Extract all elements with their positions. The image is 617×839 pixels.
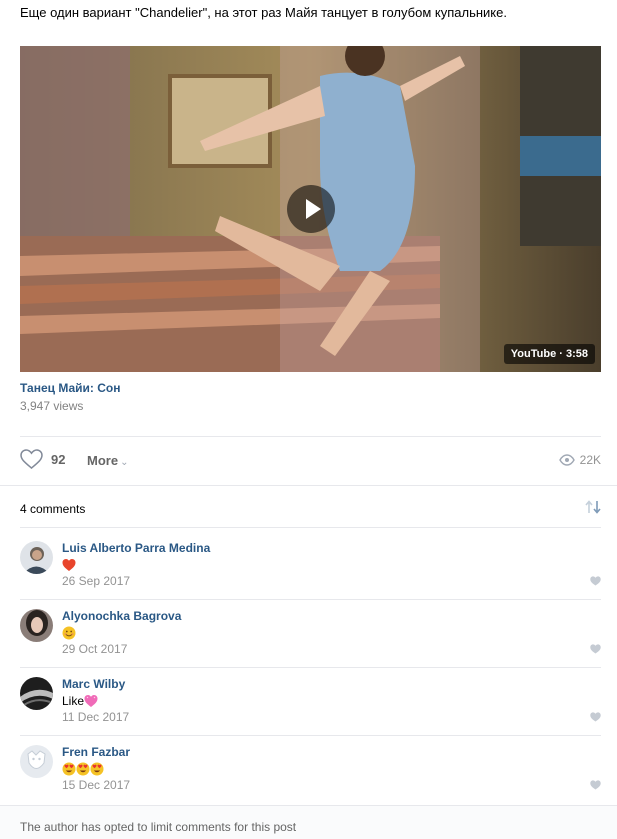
- like-button[interactable]: 92: [20, 449, 65, 469]
- views-count: 22K: [579, 453, 601, 467]
- avatar[interactable]: [20, 745, 53, 778]
- avatar[interactable]: [20, 609, 53, 642]
- video-title[interactable]: Танец Майи: Сон: [20, 381, 120, 395]
- video-views: 3,947 views: [20, 399, 84, 413]
- comment-author[interactable]: Fren Fazbar: [62, 745, 130, 759]
- comment-author[interactable]: Alyonochka Bagrova: [62, 609, 181, 623]
- divider: [20, 599, 601, 600]
- heart-eyes-emoji-icon: [90, 762, 104, 776]
- post-text: Еще один вариант "Chandelier", на этот р…: [20, 5, 507, 20]
- comment-text: [62, 761, 104, 777]
- comment-text: Like: [62, 693, 98, 709]
- sort-icon[interactable]: [585, 500, 601, 514]
- divider: [20, 735, 601, 736]
- like-count: 92: [51, 451, 66, 467]
- comment-item: Alyonochka Bagrova 29 Oct 2017: [20, 605, 601, 673]
- avatar[interactable]: [20, 677, 53, 710]
- post-actions: 92 More ⌄ 22K: [20, 446, 601, 474]
- comment-date[interactable]: 11 Dec 2017: [62, 710, 129, 724]
- comment-item: Fren Fazbar 15 Dec 2017: [20, 741, 601, 809]
- comment-text: [62, 625, 76, 641]
- heart-eyes-emoji-icon: [62, 762, 76, 776]
- comments-limited-notice: The author has opted to limit comments f…: [0, 805, 617, 839]
- comment-date[interactable]: 29 Oct 2017: [62, 642, 127, 656]
- comments-count: 4 comments: [20, 502, 86, 516]
- comment-author[interactable]: Marc Wilby: [62, 677, 125, 691]
- video-player[interactable]: YouTube · 3:58: [20, 46, 601, 372]
- comment-item: Marc Wilby Like 11 Dec 2017: [20, 673, 601, 741]
- comment-like-icon[interactable]: [590, 644, 601, 654]
- more-button[interactable]: More ⌄: [87, 453, 128, 468]
- comment-date[interactable]: 15 Dec 2017: [62, 778, 130, 792]
- divider: [0, 485, 617, 486]
- heart-eyes-emoji-icon: [76, 762, 90, 776]
- comment-like-icon[interactable]: [590, 712, 601, 722]
- divider: [20, 527, 601, 528]
- comment-author[interactable]: Luis Alberto Parra Medina: [62, 541, 210, 555]
- divider: [20, 667, 601, 668]
- pink-heart-emoji-icon: [84, 695, 98, 707]
- divider: [20, 436, 601, 437]
- comment-text: [62, 557, 76, 573]
- comment-date[interactable]: 26 Sep 2017: [62, 574, 130, 588]
- views-counter: 22K: [558, 453, 601, 467]
- more-label: More: [87, 453, 119, 468]
- avatar[interactable]: [20, 541, 53, 574]
- eye-icon: [558, 454, 575, 466]
- chevron-down-icon: ⌄: [120, 457, 129, 468]
- smile-emoji-icon: [62, 626, 76, 640]
- comment-item: Luis Alberto Parra Medina 26 Sep 2017: [20, 537, 601, 605]
- heart-emoji-icon: [62, 559, 76, 571]
- comments-limited-text: The author has opted to limit comments f…: [20, 820, 297, 834]
- comment-like-icon[interactable]: [590, 576, 601, 586]
- video-duration-badge: YouTube · 3:58: [503, 344, 595, 364]
- heart-outline-icon: [20, 449, 43, 469]
- comment-like-icon[interactable]: [590, 780, 601, 790]
- play-button[interactable]: [287, 185, 335, 233]
